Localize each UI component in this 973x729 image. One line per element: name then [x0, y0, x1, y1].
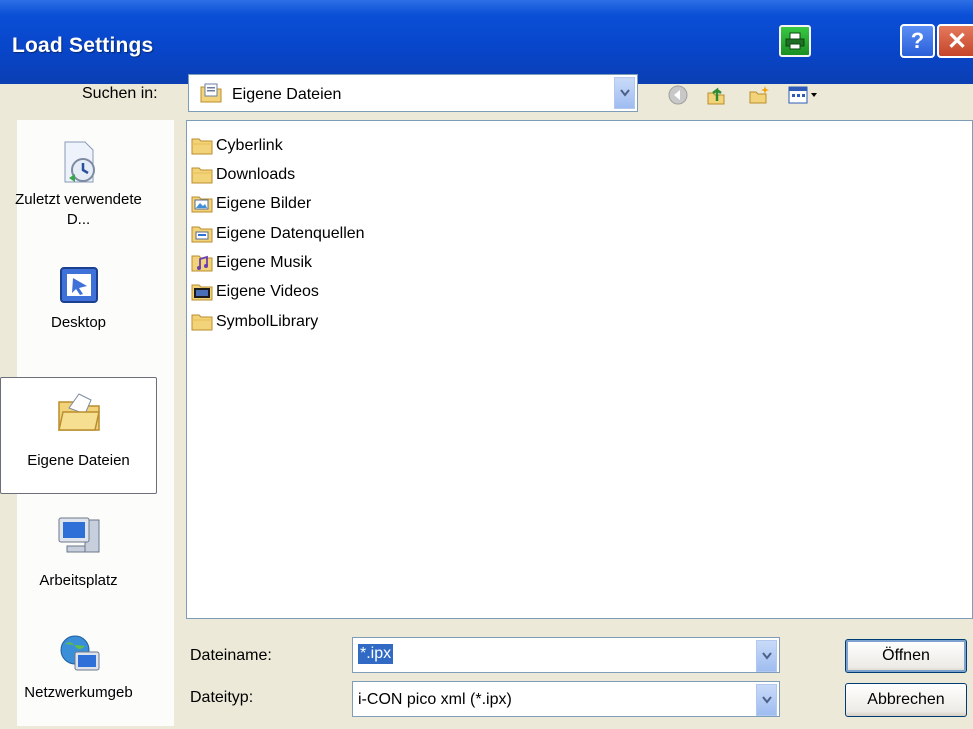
filename-input[interactable]: *.ipx — [352, 637, 780, 673]
printer-icon — [785, 32, 805, 50]
chevron-down-icon — [619, 89, 630, 97]
file-name: Cyberlink — [216, 137, 283, 154]
filetype-label: Dateityp: — [190, 689, 254, 706]
file-list[interactable]: Cyberlink Downloads Eigene Bilder Eigene… — [186, 120, 973, 619]
view-menu-icon[interactable] — [787, 84, 821, 106]
place-recent-label: Zuletzt verwendete D... — [0, 190, 157, 230]
lookin-dropdown-button[interactable] — [614, 77, 635, 109]
lookin-combo[interactable]: Eigene Dateien — [188, 74, 638, 112]
desktop-icon — [59, 267, 98, 303]
place-my-documents-label: Eigene Dateien — [27, 452, 130, 469]
list-item[interactable]: Cyberlink — [191, 133, 283, 159]
folder-icon — [191, 314, 213, 331]
file-name: Eigene Videos — [216, 283, 319, 300]
recent-documents-icon — [64, 141, 95, 183]
list-item[interactable]: Eigene Bilder — [191, 191, 311, 217]
place-my-documents[interactable]: Eigene Dateien — [0, 377, 157, 494]
place-desktop[interactable]: Desktop — [0, 262, 157, 331]
list-item[interactable]: Eigene Videos — [191, 279, 319, 305]
filetype-dropdown-button[interactable] — [756, 684, 777, 716]
filename-value: *.ipx — [358, 644, 394, 664]
chevron-down-icon — [761, 652, 772, 660]
new-folder-icon[interactable] — [748, 84, 770, 106]
folder-icon — [191, 167, 213, 184]
place-network-label: Netzwerkumgeb — [24, 684, 133, 701]
close-button[interactable]: ✕ — [937, 24, 973, 58]
pictures-folder-icon — [191, 196, 213, 213]
file-name: Eigene Bilder — [216, 195, 312, 212]
file-name: Eigene Musik — [216, 254, 313, 271]
print-button[interactable] — [779, 25, 811, 57]
lookin-value: Eigene Dateien — [232, 86, 342, 103]
back-icon[interactable] — [667, 84, 689, 106]
place-network[interactable]: Netzwerkumgeb — [0, 632, 157, 701]
filetype-select[interactable]: i-CON pico xml (*.ipx) — [352, 681, 780, 717]
cancel-button[interactable]: Abbrechen — [845, 683, 967, 717]
list-item[interactable]: Eigene Datenquellen — [191, 221, 365, 247]
chevron-down-icon — [761, 696, 772, 704]
videos-folder-icon — [191, 284, 213, 301]
open-button[interactable]: Öffnen — [845, 639, 967, 673]
window-title: Load Settings — [12, 34, 154, 57]
music-folder-icon — [191, 255, 213, 272]
datasource-folder-icon — [191, 226, 213, 243]
help-button[interactable]: ? — [900, 24, 935, 58]
place-my-computer[interactable]: Arbeitsplatz — [0, 512, 157, 589]
place-recent[interactable]: Zuletzt verwendete D... — [0, 138, 157, 230]
list-item[interactable]: Downloads — [191, 162, 295, 188]
place-my-computer-label: Arbeitsplatz — [39, 572, 118, 589]
my-computer-icon — [58, 517, 99, 553]
filetype-value: i-CON pico xml (*.ipx) — [358, 691, 512, 708]
list-item[interactable]: Eigene Musik — [191, 250, 312, 276]
filename-dropdown-button[interactable] — [756, 640, 777, 672]
place-recent-text: Zuletzt verwendete D... — [15, 191, 142, 228]
up-folder-icon[interactable] — [705, 84, 727, 106]
list-item[interactable]: SymbolLibrary — [191, 309, 318, 335]
file-name: SymbolLibrary — [216, 313, 319, 330]
file-name: Downloads — [216, 166, 296, 183]
my-documents-icon — [200, 83, 222, 103]
file-name: Eigene Datenquellen — [216, 225, 365, 242]
my-documents-icon — [57, 393, 100, 431]
filename-label: Dateiname: — [190, 647, 272, 664]
network-icon — [60, 635, 99, 671]
place-desktop-label: Desktop — [50, 314, 107, 331]
title-bar: Load Settings ? ✕ — [0, 0, 973, 84]
folder-icon — [191, 138, 213, 155]
lookin-label: Suchen in: — [82, 85, 158, 102]
